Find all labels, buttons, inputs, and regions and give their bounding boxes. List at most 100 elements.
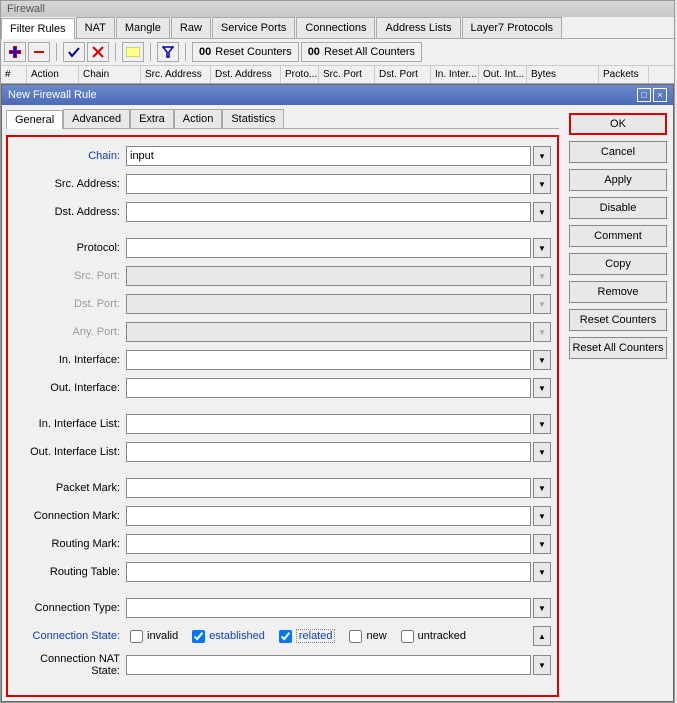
main-tab-connections[interactable]: Connections [296,17,375,38]
dropdown-connection-state[interactable] [533,626,551,646]
main-tab-nat[interactable]: NAT [76,17,115,38]
input-protocol[interactable] [126,238,531,258]
row-in-interface: In. Interface: [14,349,551,371]
grid-col-header[interactable]: Dst. Port [375,66,431,83]
main-tab-filter-rules[interactable]: Filter Rules [1,18,75,39]
grid-col-header[interactable]: Chain [79,66,141,83]
input-chain[interactable] [126,146,531,166]
grid-col-header[interactable]: Action [27,66,79,83]
input-out-interface-list[interactable] [126,442,531,462]
label-src-address: Src. Address: [14,178,126,190]
remove-button[interactable]: Remove [569,281,667,303]
dropdown-dst-address[interactable] [533,202,551,222]
grid-col-header[interactable]: Packets [599,66,649,83]
reset-all-counters-button[interactable]: 00Reset All Counters [301,42,422,62]
dropdown-connection-nat-state[interactable] [533,655,551,675]
dropdown-in-interface[interactable] [533,350,551,370]
dropdown-src-port [533,266,551,286]
input-any-port [126,322,531,342]
input-connection-nat-state[interactable] [126,655,531,675]
input-dst-address[interactable] [126,202,531,222]
main-tab-raw[interactable]: Raw [171,17,211,38]
reset-counters-button[interactable]: Reset Counters [569,309,667,331]
input-connection-type[interactable] [126,598,531,618]
dialog-tab-action[interactable]: Action [174,109,223,128]
filter-button[interactable] [157,42,179,62]
main-tab-service-ports[interactable]: Service Ports [212,17,295,38]
apply-button[interactable]: Apply [569,169,667,191]
input-routing-table[interactable] [126,562,531,582]
chk-new: new [349,630,386,643]
comment-button[interactable]: Comment [569,225,667,247]
grid-col-header[interactable]: Out. Int... [479,66,527,83]
main-tab-address-lists[interactable]: Address Lists [376,17,460,38]
input-connection-mark[interactable] [126,506,531,526]
input-src-address[interactable] [126,174,531,194]
grid-col-header[interactable]: Bytes [527,66,599,83]
checkbox-invalid[interactable] [130,630,143,643]
dropdown-connection-type[interactable] [533,598,551,618]
disable-button[interactable]: Disable [569,197,667,219]
dropdown-protocol[interactable] [533,238,551,258]
chk-established: established [192,630,265,643]
dialog-restore-button[interactable]: □ [637,88,651,102]
add-button[interactable] [4,42,26,62]
input-in-interface[interactable] [126,350,531,370]
input-src-port [126,266,531,286]
grid-header: #ActionChainSrc. AddressDst. AddressProt… [1,66,674,84]
input-in-interface-list[interactable] [126,414,531,434]
checkbox-related[interactable] [279,630,292,643]
grid-col-header[interactable]: Proto... [281,66,319,83]
input-packet-mark[interactable] [126,478,531,498]
dropdown-src-address[interactable] [533,174,551,194]
grid-col-header[interactable]: Src. Port [319,66,375,83]
row-src-port: Src. Port: [14,265,551,287]
grid-col-header[interactable]: Dst. Address [211,66,281,83]
row-routing-mark: Routing Mark: [14,533,551,555]
row-protocol: Protocol: [14,237,551,259]
checkbox-untracked[interactable] [401,630,414,643]
dropdown-out-interface-list[interactable] [533,442,551,462]
dialog-close-button[interactable]: × [653,88,667,102]
cancel-button[interactable]: Cancel [569,141,667,163]
dropdown-connection-mark[interactable] [533,506,551,526]
chk-untracked: untracked [401,630,466,643]
disable-button[interactable] [87,42,109,62]
dropdown-in-interface-list[interactable] [533,414,551,434]
dialog-tab-statistics[interactable]: Statistics [222,109,284,128]
dialog-tabs: GeneralAdvancedExtraActionStatistics [6,109,559,129]
ok-button[interactable]: OK [569,113,667,135]
dialog-tab-extra[interactable]: Extra [130,109,174,128]
row-connection-state: Connection State:invalidestablishedrelat… [14,625,551,647]
dropdown-packet-mark[interactable] [533,478,551,498]
row-chain: Chain: [14,145,551,167]
row-out-interface: Out. Interface: [14,377,551,399]
main-tab-mangle[interactable]: Mangle [116,17,170,38]
general-form: Chain: Src. Address: Dst. Address: Protocol… [6,135,559,697]
label-connection-nat-state: Connection NAT State: [14,653,126,677]
enable-button[interactable] [63,42,85,62]
dropdown-chain[interactable] [533,146,551,166]
grid-col-header[interactable]: Src. Address [141,66,211,83]
input-routing-mark[interactable] [126,534,531,554]
label-protocol: Protocol: [14,242,126,254]
dialog-tab-advanced[interactable]: Advanced [63,109,130,128]
dropdown-out-interface[interactable] [533,378,551,398]
remove-button[interactable] [28,42,50,62]
dropdown-routing-mark[interactable] [533,534,551,554]
checkbox-label-invalid: invalid [147,630,178,642]
checkbox-new[interactable] [349,630,362,643]
checkbox-established[interactable] [192,630,205,643]
dialog-tab-general[interactable]: General [6,110,63,129]
input-out-interface[interactable] [126,378,531,398]
grid-col-header[interactable]: # [1,66,27,83]
label-dst-address: Dst. Address: [14,206,126,218]
comment-button[interactable] [122,42,144,62]
grid-col-header[interactable]: In. Inter... [431,66,479,83]
copy-button[interactable]: Copy [569,253,667,275]
main-tab-layer7-protocols[interactable]: Layer7 Protocols [462,17,563,38]
reset-all-counters-button[interactable]: Reset All Counters [569,337,667,359]
toolbar: 00Reset Counters 00Reset All Counters [1,39,674,66]
reset-counters-button[interactable]: 00Reset Counters [192,42,299,62]
dropdown-routing-table[interactable] [533,562,551,582]
